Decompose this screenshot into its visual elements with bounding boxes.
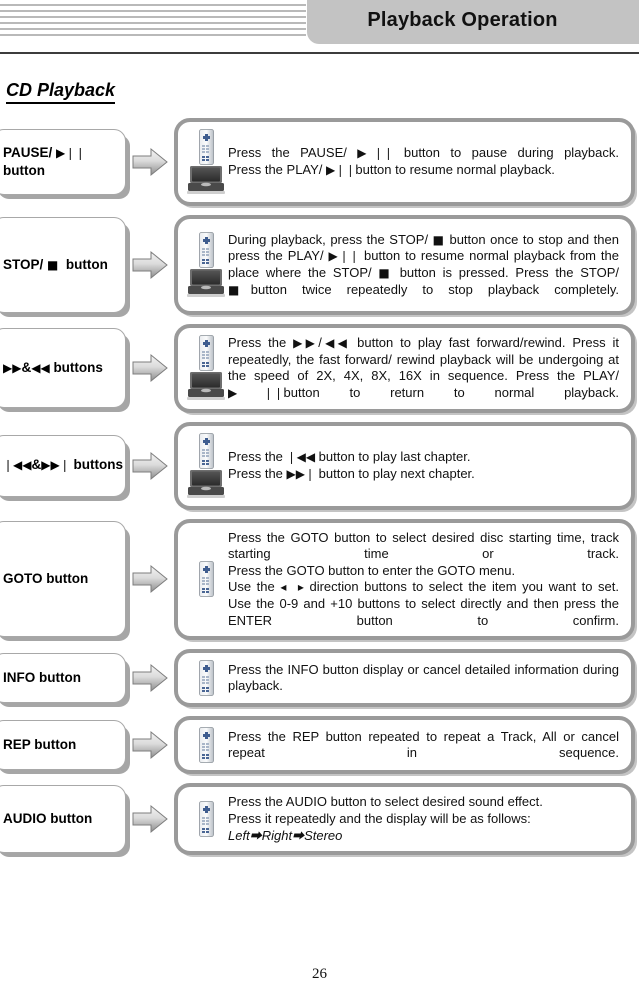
instruction-text-goto: Press the GOTO button to select desired …: [228, 529, 620, 628]
right-arrow-icon: [132, 565, 168, 594]
arrow-cell: [126, 803, 174, 835]
header-title-banner: Playback Operation: [307, 0, 639, 44]
right-arrow-icon: [132, 451, 168, 480]
arrow-cell: [126, 249, 174, 281]
header-rule: [0, 52, 639, 54]
device-icons: [186, 129, 226, 195]
instruction-row: GOTO button Press the GOTO button to sel…: [0, 518, 639, 641]
right-arrow-icon: [132, 147, 168, 177]
content-box-skip: Press the ❘◀◀ button to play last chapte…: [174, 421, 635, 510]
device-icons: [186, 232, 226, 298]
decor-line: [0, 4, 306, 6]
remote-control-icon: [198, 232, 214, 268]
right-arrow-icon: [132, 664, 168, 693]
right-arrow-icon: [132, 354, 168, 383]
page-title: Playback Operation: [367, 8, 558, 31]
device-icons: [186, 335, 226, 401]
page-footer: 26: [0, 966, 639, 983]
button-label-box-stop: STOP/ ■ button: [0, 217, 126, 313]
remote-control-icon: [198, 660, 214, 697]
right-arrow-icon: [132, 731, 168, 760]
portable-dvd-player-icon: [187, 166, 225, 194]
button-label-text: PAUSE/ ▶❘❘ button: [3, 144, 86, 178]
button-label-box-pause: PAUSE/ ▶❘❘ button: [0, 129, 126, 195]
button-label-box-goto: GOTO button: [0, 521, 126, 638]
instruction-row: ❘◀◀&▶▶❘ buttons Press the ❘◀◀ button to …: [0, 421, 639, 510]
arrow-cell: [126, 450, 174, 482]
button-label-text: ▶▶&◀◀ buttons: [3, 360, 103, 376]
decor-line: [0, 10, 306, 12]
remote-control-icon: [198, 335, 214, 372]
device-icons: [186, 727, 226, 764]
button-label-box-ff-rew: ▶▶&◀◀ buttons: [0, 328, 126, 409]
instruction-text-pause: Press the PAUSE/ ▶❘❘ button to pause dur…: [228, 145, 619, 177]
button-label-text: STOP/ ■ button: [3, 256, 108, 272]
audio-sequence: Left⮕Right⮕Stereo: [228, 827, 343, 843]
page-header: Playback Operation: [0, 0, 639, 56]
section-title-wrap: CD Playback: [0, 56, 639, 104]
instruction-text-stop: During playback, press the STOP/ ■ butto…: [228, 231, 620, 297]
instruction-row: AUDIO button Press the AUDIO button to s…: [0, 783, 639, 856]
device-icons: [186, 801, 226, 838]
decor-line: [0, 34, 306, 36]
instruction-text-skip: Press the ❘◀◀ button to play last chapte…: [228, 448, 475, 481]
arrow-cell: [126, 662, 174, 694]
instruction-row: INFO button Press the INFO button displa…: [0, 649, 639, 708]
portable-dvd-player-icon: [187, 469, 225, 498]
remote-control-icon: [198, 129, 214, 165]
decor-line: [0, 28, 306, 30]
remote-control-icon: [198, 432, 214, 469]
audio-line-2: Press it repeatedly and the display will…: [228, 810, 531, 826]
button-label-text: REP button: [3, 737, 77, 753]
instruction-row: ▶▶&◀◀ buttons Press the ▶▶/◀◀ button to …: [0, 324, 639, 413]
section-title: CD Playback: [6, 80, 116, 104]
content-box-audio: Press the AUDIO button to select desired…: [174, 783, 635, 856]
instruction-text-audio: Press the AUDIO button to select desired…: [226, 794, 621, 844]
content-box-goto: Press the GOTO button to select desired …: [174, 518, 635, 641]
instruction-text-rep: Press the REP button repeated to repeat …: [228, 728, 619, 761]
instruction-text-info: Press the INFO button display or cancel …: [228, 661, 619, 694]
button-label-box-rep: REP button: [0, 720, 126, 771]
portable-dvd-player-icon: [187, 372, 225, 401]
remote-control-icon: [198, 727, 214, 764]
content-box-rep: Press the REP button repeated to repeat …: [174, 716, 635, 775]
arrow-cell: [126, 729, 174, 761]
decor-line: [0, 16, 306, 18]
arrow-cell: [126, 146, 174, 178]
decor-line: [0, 22, 306, 24]
button-label-text: INFO button: [3, 670, 81, 686]
instruction-text-ff-rew: Press the ▶▶/◀◀ button to play fast forw…: [228, 335, 619, 400]
device-icons: [186, 660, 226, 697]
button-label-box-skip: ❘◀◀&▶▶❘ buttons: [0, 434, 126, 497]
header-decor-lines: [0, 4, 306, 40]
content-box-pause: Press the PAUSE/ ▶❘❘ button to pause dur…: [174, 118, 635, 206]
device-icons: [186, 432, 226, 499]
page-number: 26: [312, 966, 327, 982]
device-icons: [186, 561, 226, 598]
button-label-box-audio: AUDIO button: [0, 785, 126, 854]
content-box-ff-rew: Press the ▶▶/◀◀ button to play fast forw…: [174, 324, 635, 413]
instruction-rows: PAUSE/ ▶❘❘ button Press the PAUSE/ ▶❘❘ b…: [0, 118, 639, 856]
remote-control-icon: [198, 801, 214, 838]
arrow-cell: [126, 563, 174, 595]
portable-dvd-player-icon: [187, 269, 225, 297]
button-label-text: ❘◀◀&▶▶❘ buttons: [3, 457, 124, 473]
right-arrow-icon: [132, 250, 168, 280]
instruction-row: STOP/ ■ button During playback, press th…: [0, 215, 639, 315]
remote-control-icon: [198, 561, 214, 598]
goto-line-2: Press the GOTO button to enter the GOTO …: [228, 562, 516, 578]
right-arrow-icon: [132, 805, 168, 834]
arrow-cell: [126, 352, 174, 384]
instruction-row: PAUSE/ ▶❘❘ button Press the PAUSE/ ▶❘❘ b…: [0, 118, 639, 206]
content-box-stop: During playback, press the STOP/ ■ butto…: [174, 215, 635, 315]
audio-line-1: Press the AUDIO button to select desired…: [228, 794, 543, 810]
content-box-info: Press the INFO button display or cancel …: [174, 649, 635, 708]
button-label-text: AUDIO button: [3, 811, 93, 827]
button-label-box-info: INFO button: [0, 653, 126, 704]
button-label-text: GOTO button: [3, 571, 89, 587]
instruction-row: REP button Press the REP button repeated…: [0, 716, 639, 775]
